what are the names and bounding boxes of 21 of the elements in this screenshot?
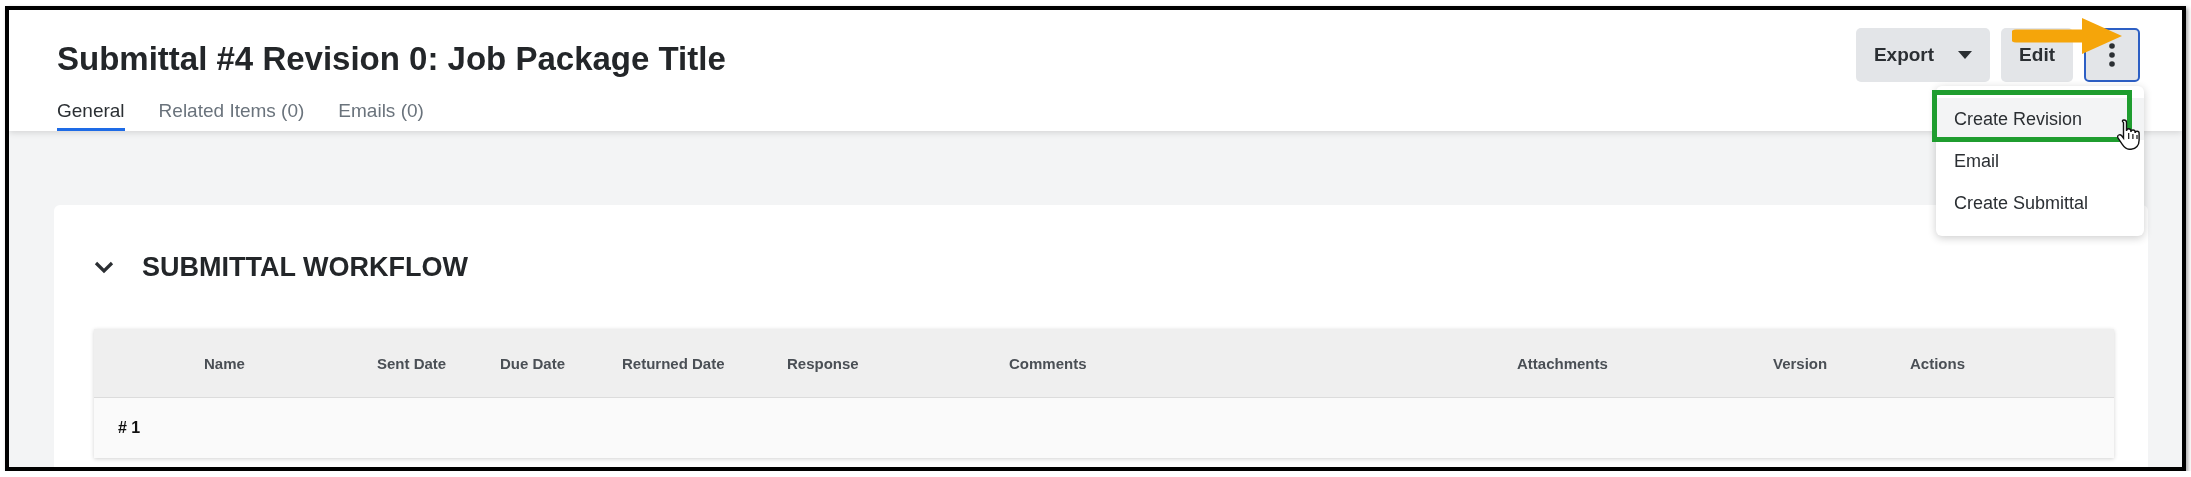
tab[interactable]: General — [57, 100, 125, 131]
column-header: Actions — [1909, 354, 1965, 372]
section-title: SUBMITTAL WORKFLOW — [142, 251, 468, 283]
kebab-icon — [2109, 43, 2115, 67]
column-header: Response — [786, 354, 859, 372]
page-title: Submittal #4 Revision 0: Job Package Title — [57, 40, 726, 78]
column-header: Name — [203, 354, 245, 372]
menu-item[interactable]: Create Submittal — [1936, 182, 2144, 224]
row-label: # 1 — [117, 419, 141, 437]
column-header: Returned Date — [621, 354, 725, 372]
column-header: Sent Date — [376, 354, 447, 372]
column-header: Version — [1772, 354, 1828, 372]
menu-item[interactable]: Email — [1936, 140, 2144, 182]
tab[interactable]: Related Items (0) — [158, 100, 305, 131]
column-header: Comments — [1008, 354, 1087, 372]
menu-item[interactable]: Create Revision — [1936, 98, 2144, 140]
column-header: Due Date — [499, 354, 566, 372]
tab[interactable]: Emails (0) — [338, 100, 424, 131]
caret-icon — [1958, 51, 1973, 59]
column-header: Attachments — [1516, 354, 1608, 372]
export-button[interactable]: Export — [1855, 28, 1991, 82]
